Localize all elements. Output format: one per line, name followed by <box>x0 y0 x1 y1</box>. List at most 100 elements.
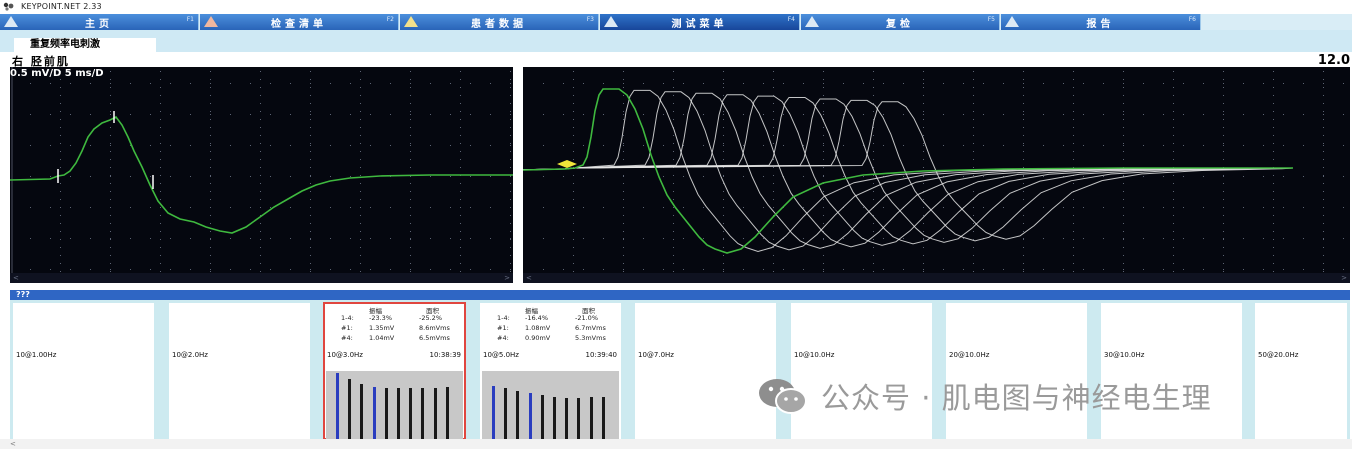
grid-dot <box>110 183 111 184</box>
gain-sweep-label: 0.5 mV/D 5 ms/D <box>10 68 104 79</box>
scroll-left-icon[interactable]: < <box>10 440 16 448</box>
grid-dot <box>470 176 471 177</box>
grid-dot <box>310 215 311 216</box>
grid-dot <box>1243 114 1244 115</box>
grid-dot <box>310 269 311 270</box>
grid-dot <box>673 255 674 256</box>
grid-dot <box>1323 143 1324 144</box>
grid-dot <box>863 207 864 208</box>
grid-dot <box>260 71 261 72</box>
waveform-scrollbar[interactable]: < > <box>10 273 513 283</box>
scroll-left-icon[interactable]: < <box>526 274 532 282</box>
single-response-panel[interactable]: 0.5 mV/D 5 ms/D < > <box>10 67 513 283</box>
grid-dot <box>1173 223 1174 224</box>
grid-dot <box>823 83 824 84</box>
grid-dot <box>1323 135 1324 136</box>
grid-dot <box>30 145 31 146</box>
scroll-right-icon[interactable]: > <box>1341 274 1347 282</box>
grid-dot <box>683 114 684 115</box>
grid-dot <box>510 176 511 177</box>
grid-dot <box>410 79 411 80</box>
scroll-left-icon[interactable]: < <box>13 274 19 282</box>
trial-card[interactable]: 20@10.0Hz <box>946 303 1087 439</box>
grid-dot <box>60 119 61 120</box>
grid-dot <box>823 127 824 128</box>
grid-dot <box>330 176 331 177</box>
grid-dot <box>723 159 724 160</box>
cursor-arrow-right-icon[interactable] <box>567 160 577 168</box>
trial-card[interactable]: 10@2.0Hz <box>169 303 310 439</box>
grid-dot <box>673 159 674 160</box>
grid-dot <box>1003 269 1004 270</box>
grid-dot <box>1023 269 1024 270</box>
trial-card[interactable]: 10@1.00Hz <box>13 303 154 439</box>
grid-dot <box>450 238 451 239</box>
grid-dot <box>973 111 974 112</box>
grid-dot <box>1073 95 1074 96</box>
trial-card[interactable]: 50@20.0Hz <box>1255 303 1347 439</box>
menu-tab-test-menu[interactable]: 测试菜单 F4 <box>600 14 800 30</box>
grid-dot <box>1163 176 1164 177</box>
grid-dot <box>430 238 431 239</box>
trial-card[interactable]: 30@10.0Hz <box>1101 303 1242 439</box>
grid-dot <box>873 135 874 136</box>
grid-dot <box>1223 175 1224 176</box>
grid-dot <box>360 199 361 200</box>
grid-dot <box>50 207 51 208</box>
menu-tab-patient-data[interactable]: 患者数据 F3 <box>400 14 599 30</box>
train-overlay-panel[interactable]: < > <box>523 67 1350 283</box>
grid-dot <box>330 207 331 208</box>
grid-dot <box>1173 119 1174 120</box>
menu-tab-report[interactable]: 报告 F6 <box>1001 14 1201 30</box>
grid-dot <box>1283 207 1284 208</box>
grid-dot <box>1303 145 1304 146</box>
grid-dot <box>923 167 924 168</box>
grid-dot <box>663 83 664 84</box>
grid-dot <box>1173 191 1174 192</box>
trial-card[interactable]: 10@7.0Hz <box>635 303 776 439</box>
grid-dot <box>210 176 211 177</box>
trial-card-selected[interactable]: 振幅 面积 1-4: -23.3% -25.2% #1: 1.35mV 8.6m… <box>323 302 466 440</box>
grid-dot <box>1343 176 1344 177</box>
grid-dot <box>723 191 724 192</box>
grid-dot <box>973 71 974 72</box>
grid-dot <box>783 145 784 146</box>
grid-dot <box>210 167 211 168</box>
trial-card[interactable]: 振幅 面积 1-4: -16.4% -21.0% #1: 1.08mV 6.7m… <box>480 303 621 439</box>
grid-dot <box>1223 143 1224 144</box>
menu-tab-checklist[interactable]: 检查清单 F2 <box>200 14 399 30</box>
grid-dot <box>1123 87 1124 88</box>
tab-repetitive-stimulation[interactable]: 重复频率电刺激 <box>14 38 156 52</box>
grid-dot <box>1273 175 1274 176</box>
grid-dot <box>1123 231 1124 232</box>
grid-dot <box>1103 114 1104 115</box>
grid-dot <box>573 175 574 176</box>
grid-dot <box>873 151 874 152</box>
grid-dot <box>260 103 261 104</box>
grid-dot <box>823 175 824 176</box>
grid-dot <box>230 269 231 270</box>
grid-dot <box>360 263 361 264</box>
grid-dot <box>410 238 411 239</box>
stat-amplitude: 1.35mV <box>369 324 395 332</box>
grid-dot <box>843 238 844 239</box>
grid-dot <box>923 239 924 240</box>
grid-dot <box>543 176 544 177</box>
trial-card[interactable]: 10@10.0Hz <box>791 303 932 439</box>
horizontal-scrollbar[interactable]: < <box>0 439 1352 449</box>
menu-tab-recheck[interactable]: 复检 F5 <box>801 14 1000 30</box>
grid-dot <box>450 83 451 84</box>
grid-dot <box>130 207 131 208</box>
grid-dot <box>410 263 411 264</box>
cursor-arrow-left-icon[interactable] <box>557 160 567 168</box>
grid-dot <box>260 87 261 88</box>
grid-dot <box>773 79 774 80</box>
menu-tab-home[interactable]: 主页 F1 <box>0 14 199 30</box>
grid-dot <box>883 238 884 239</box>
scroll-right-icon[interactable]: > <box>504 274 510 282</box>
grid-dot <box>460 183 461 184</box>
grid-dot <box>573 231 574 232</box>
grid-dot <box>973 271 974 272</box>
waveform-scrollbar[interactable]: < > <box>523 273 1350 283</box>
stat-amplitude: 0.90mV <box>525 334 551 342</box>
